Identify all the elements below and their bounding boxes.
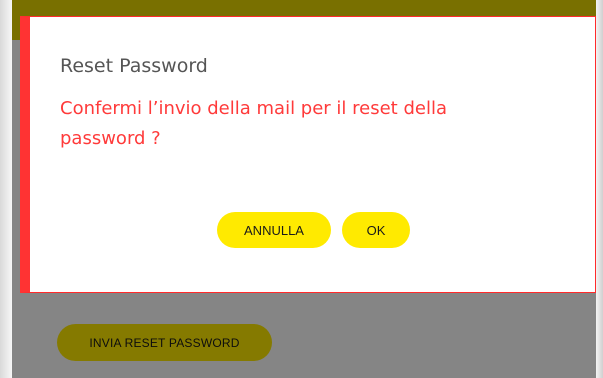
dialog-title: Reset Password [60, 55, 208, 77]
reset-password-dialog: Reset Password Confermi l’invio della ma… [20, 16, 596, 293]
window-frame: INVIA RESET PASSWORD Reset Password Conf… [0, 0, 603, 378]
window-shadow-left [0, 0, 12, 378]
ok-button[interactable]: OK [342, 212, 410, 248]
cancel-button[interactable]: ANNULLA [217, 212, 331, 248]
window-shadow-right [596, 0, 603, 378]
dialog-message: Confermi l’invio della mail per il reset… [60, 98, 447, 149]
